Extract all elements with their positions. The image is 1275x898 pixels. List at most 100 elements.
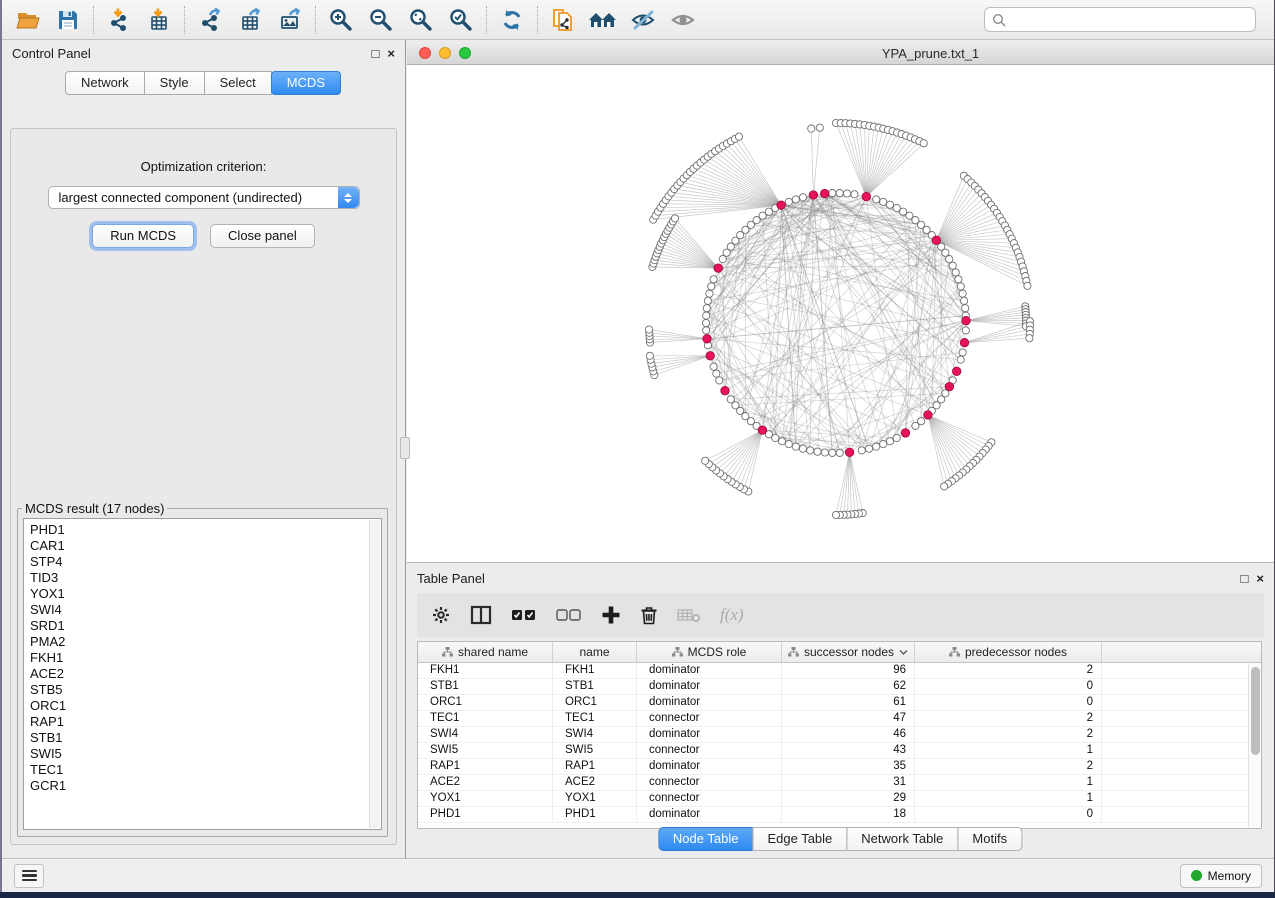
export-image-icon[interactable] — [270, 4, 310, 36]
result-node-item[interactable]: SWI5 — [30, 746, 381, 762]
table-settings-gear-icon[interactable] — [431, 605, 451, 625]
table-row[interactable]: SWI5SWI5connector431 — [418, 743, 1248, 759]
tab-network-table[interactable]: Network Table — [846, 827, 958, 851]
open-file-icon[interactable] — [8, 4, 48, 36]
tab-mcds[interactable]: MCDS — [271, 71, 341, 95]
result-node-item[interactable]: FKH1 — [30, 650, 381, 666]
result-node-item[interactable]: STP4 — [30, 554, 381, 570]
select-all-rows-icon[interactable] — [511, 607, 537, 623]
result-node-item[interactable]: SRD1 — [30, 618, 381, 634]
tab-motifs[interactable]: Motifs — [957, 827, 1022, 851]
table-cell: 35 — [782, 759, 915, 774]
save-session-icon[interactable] — [48, 4, 88, 36]
tab-style[interactable]: Style — [144, 71, 205, 95]
table-row[interactable]: ACE2ACE2connector311 — [418, 775, 1248, 791]
result-node-item[interactable]: STB5 — [30, 682, 381, 698]
table-panel: Table Panel □ × f(x) shared namenameMCDS… — [407, 565, 1274, 858]
search-input[interactable] — [1011, 13, 1248, 27]
network-canvas[interactable] — [407, 65, 1274, 562]
result-node-item[interactable]: SWI4 — [30, 602, 381, 618]
result-node-item[interactable]: ACE2 — [30, 666, 381, 682]
first-neighbors-icon[interactable] — [583, 4, 623, 36]
result-node-item[interactable]: PHD1 — [30, 522, 381, 538]
table-row[interactable]: PHD1PHD1dominator180 — [418, 807, 1248, 823]
export-network-icon[interactable] — [190, 4, 230, 36]
memory-button[interactable]: Memory — [1180, 864, 1262, 888]
float-table-panel-icon[interactable]: □ — [1241, 572, 1249, 585]
table-row[interactable]: FKH1FKH1dominator962 — [418, 663, 1248, 679]
import-network-icon[interactable] — [99, 4, 139, 36]
table-body: FKH1FKH1dominator962STB1STB1dominator620… — [418, 663, 1248, 828]
table-cell: SWI5 — [553, 743, 637, 758]
table-row[interactable]: SWI4SWI4dominator462 — [418, 727, 1248, 743]
column-header-shared-name[interactable]: shared name — [418, 642, 553, 662]
result-node-item[interactable]: TEC1 — [30, 762, 381, 778]
column-header-mcds-role[interactable]: MCDS role — [637, 642, 782, 662]
zoom-fit-icon[interactable] — [401, 4, 441, 36]
table-cell: 31 — [782, 775, 915, 790]
network-graph[interactable] — [407, 65, 1275, 562]
column-header-predecessor-nodes[interactable]: predecessor nodes — [915, 642, 1102, 662]
close-panel-button[interactable]: Close panel — [210, 224, 315, 248]
float-panel-icon[interactable]: □ — [372, 47, 380, 60]
search-field[interactable] — [984, 7, 1256, 32]
close-window-icon[interactable] — [419, 47, 431, 59]
delete-column-icon[interactable] — [640, 605, 658, 625]
import-table-icon[interactable] — [139, 4, 179, 36]
table-cell: dominator — [637, 759, 782, 774]
table-cell: FKH1 — [418, 663, 553, 678]
export-table-icon[interactable] — [230, 4, 270, 36]
tab-network[interactable]: Network — [65, 71, 145, 95]
table-cell: 47 — [782, 711, 915, 726]
deselect-all-rows-icon[interactable] — [556, 607, 582, 623]
table-scrollbar-thumb[interactable] — [1251, 667, 1260, 755]
tab-node-table[interactable]: Node Table — [658, 827, 754, 851]
duplicate-network-icon[interactable] — [543, 4, 583, 36]
table-cell: STB1 — [418, 679, 553, 694]
hide-selected-icon[interactable] — [623, 4, 663, 36]
result-node-item[interactable]: PMA2 — [30, 634, 381, 650]
table-row[interactable]: YOX1YOX1connector291 — [418, 791, 1248, 807]
table-cell: TEC1 — [418, 711, 553, 726]
table-row[interactable]: ORC1ORC1dominator610 — [418, 695, 1248, 711]
tab-edge-table[interactable]: Edge Table — [752, 827, 847, 851]
result-node-item[interactable]: YOX1 — [30, 586, 381, 602]
table-cell: 2 — [915, 759, 1102, 774]
mcds-result-list[interactable]: PHD1CAR1STP4TID3YOX1SWI4SRD1PMA2FKH1ACE2… — [23, 518, 382, 830]
table-scrollbar[interactable] — [1248, 663, 1261, 828]
column-header-successor-nodes[interactable]: successor nodes — [782, 642, 915, 662]
table-panel-tabs: Node TableEdge TableNetwork TableMotifs — [659, 827, 1022, 851]
table-cell: ACE2 — [553, 775, 637, 790]
add-column-icon[interactable] — [601, 605, 621, 625]
close-panel-icon[interactable]: × — [387, 47, 395, 60]
result-node-item[interactable]: RAP1 — [30, 714, 381, 730]
table-row[interactable]: STB1STB1dominator620 — [418, 679, 1248, 695]
minimize-window-icon[interactable] — [439, 47, 451, 59]
close-table-panel-icon[interactable]: × — [1256, 572, 1264, 585]
criterion-select[interactable]: largest connected component (undirected) — [48, 186, 360, 209]
status-bar: Memory — [2, 858, 1274, 892]
status-menu-button[interactable] — [14, 864, 44, 888]
result-node-item[interactable]: TID3 — [30, 570, 381, 586]
table-cell: dominator — [637, 695, 782, 710]
show-all-icon[interactable] — [663, 4, 703, 36]
column-visibility-icon[interactable] — [470, 605, 492, 625]
refresh-icon[interactable] — [492, 4, 532, 36]
result-node-item[interactable]: ORC1 — [30, 698, 381, 714]
table-row[interactable]: TEC1TEC1connector472 — [418, 711, 1248, 727]
column-header-name[interactable]: name — [553, 642, 637, 662]
table-cell: TEC1 — [553, 711, 637, 726]
table-row[interactable]: RAP1RAP1dominator352 — [418, 759, 1248, 775]
maximize-window-icon[interactable] — [459, 47, 471, 59]
table-cell: 43 — [782, 743, 915, 758]
result-list-scrollbar[interactable] — [369, 520, 380, 828]
result-node-item[interactable]: CAR1 — [30, 538, 381, 554]
run-mcds-button[interactable]: Run MCDS — [92, 224, 194, 248]
result-node-item[interactable]: STB1 — [30, 730, 381, 746]
panel-splitter-handle[interactable] — [400, 437, 410, 459]
zoom-out-icon[interactable] — [361, 4, 401, 36]
result-node-item[interactable]: GCR1 — [30, 778, 381, 794]
zoom-in-icon[interactable] — [321, 4, 361, 36]
tab-select[interactable]: Select — [204, 71, 272, 95]
zoom-selected-icon[interactable] — [441, 4, 481, 36]
